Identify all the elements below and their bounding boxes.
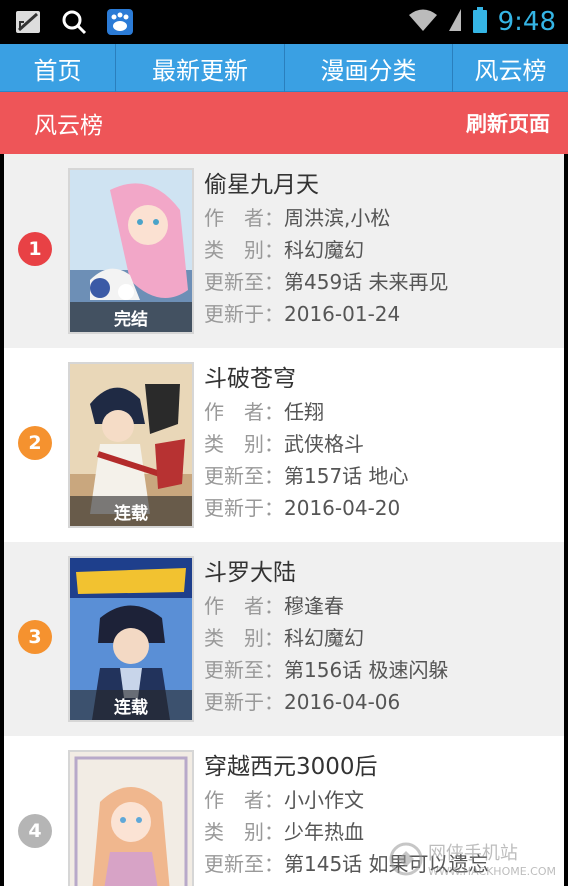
list-item[interactable]: 1 完结 偷星九月天 作 者：周洪滨,小松 类 别：科幻魔幻 更新至：第459话… (4, 154, 564, 348)
cell-signal-icon (448, 7, 462, 37)
rank-badge: 2 (18, 426, 52, 460)
author-label: 作 者： (204, 400, 284, 424)
updated-to-label: 更新至： (204, 270, 284, 294)
list-item[interactable]: 3 连载 斗罗大陆 作 者：穆逢春 类 别：科幻魔幻 更新至：第156话 极速闪… (4, 542, 564, 736)
category-label: 类 别： (204, 432, 284, 456)
updated-to-label: 更新至： (204, 852, 284, 876)
cover-image[interactable]: 连载 (68, 362, 194, 528)
search-icon[interactable] (60, 8, 88, 36)
page-title: 风云榜 (34, 113, 103, 139)
watermark-text: 网侠手机站 (427, 843, 518, 864)
category-value: 武侠格斗 (284, 432, 364, 456)
update-date: 2016-04-20 (284, 496, 401, 520)
latest-chapter: 第157话 地心 (284, 464, 409, 488)
latest-chapter: 第459话 未来再见 (284, 270, 449, 294)
page-header: 风云榜 刷新页面 (0, 92, 568, 154)
cover-image[interactable]: 完结 (68, 168, 194, 334)
author-value: 周洪滨,小松 (284, 206, 391, 230)
author-label: 作 者： (204, 788, 284, 812)
tab-ranking[interactable]: 风云榜 (453, 44, 568, 92)
watermark-url: WWW.HACKHOME.COM (427, 865, 556, 878)
comic-title[interactable]: 斗破苍穹 (204, 362, 560, 396)
tab-latest-updates[interactable]: 最新更新 (116, 44, 285, 92)
watermark-logo-icon (389, 842, 423, 875)
clock: 9:48 (497, 7, 556, 37)
author-value: 任翔 (284, 400, 324, 424)
category-value: 科幻魔幻 (284, 626, 364, 650)
baidu-paw-icon (106, 8, 134, 36)
update-date: 2016-04-06 (284, 690, 401, 714)
updated-to-label: 更新至： (204, 464, 284, 488)
top-nav: 首页 最新更新 漫画分类 风云榜 (0, 44, 568, 92)
list-item[interactable]: 2 连载 斗破苍穹 作 者：任翔 类 别：武侠格斗 更新至：第157话 地心 更… (4, 348, 564, 542)
comic-title[interactable]: 穿越西元3000后 (204, 750, 560, 784)
ranking-list: 1 完结 偷星九月天 作 者：周洪滨,小松 类 别：科幻魔幻 更新至：第459话… (4, 154, 564, 886)
updated-on-label: 更新于： (204, 302, 284, 326)
category-value: 少年热血 (284, 820, 364, 844)
category-value: 科幻魔幻 (284, 238, 364, 262)
update-date: 2016-01-24 (284, 302, 401, 326)
category-label: 类 别： (204, 626, 284, 650)
updated-to-label: 更新至： (204, 658, 284, 682)
battery-icon (472, 6, 488, 38)
refresh-button[interactable]: 刷新页面 (466, 108, 550, 138)
latest-chapter: 第156话 极速闪躲 (284, 658, 449, 682)
author-value: 小小作文 (284, 788, 364, 812)
signal-off-icon (14, 8, 42, 36)
comic-title[interactable]: 斗罗大陆 (204, 556, 560, 590)
cover-image[interactable]: 连载 (68, 556, 194, 722)
status-badge: 连载 (70, 690, 192, 720)
watermark: 网侠手机站 WWW.HACKHOME.COM (388, 839, 556, 878)
updated-on-label: 更新于： (204, 496, 284, 520)
status-bar: 9:48 (0, 0, 568, 44)
tab-comic-categories[interactable]: 漫画分类 (285, 44, 453, 92)
cover-image[interactable] (68, 750, 194, 886)
status-badge: 连载 (70, 496, 192, 526)
author-label: 作 者： (204, 594, 284, 618)
comic-title[interactable]: 偷星九月天 (204, 168, 560, 202)
tab-home[interactable]: 首页 (0, 44, 116, 92)
rank-badge: 4 (18, 814, 52, 848)
author-value: 穆逢春 (284, 594, 344, 618)
author-label: 作 者： (204, 206, 284, 230)
status-badge: 完结 (70, 302, 192, 332)
wifi-icon (408, 7, 438, 37)
rank-badge: 1 (18, 232, 52, 266)
updated-on-label: 更新于： (204, 690, 284, 714)
rank-badge: 3 (18, 620, 52, 654)
category-label: 类 别： (204, 238, 284, 262)
category-label: 类 别： (204, 820, 284, 844)
